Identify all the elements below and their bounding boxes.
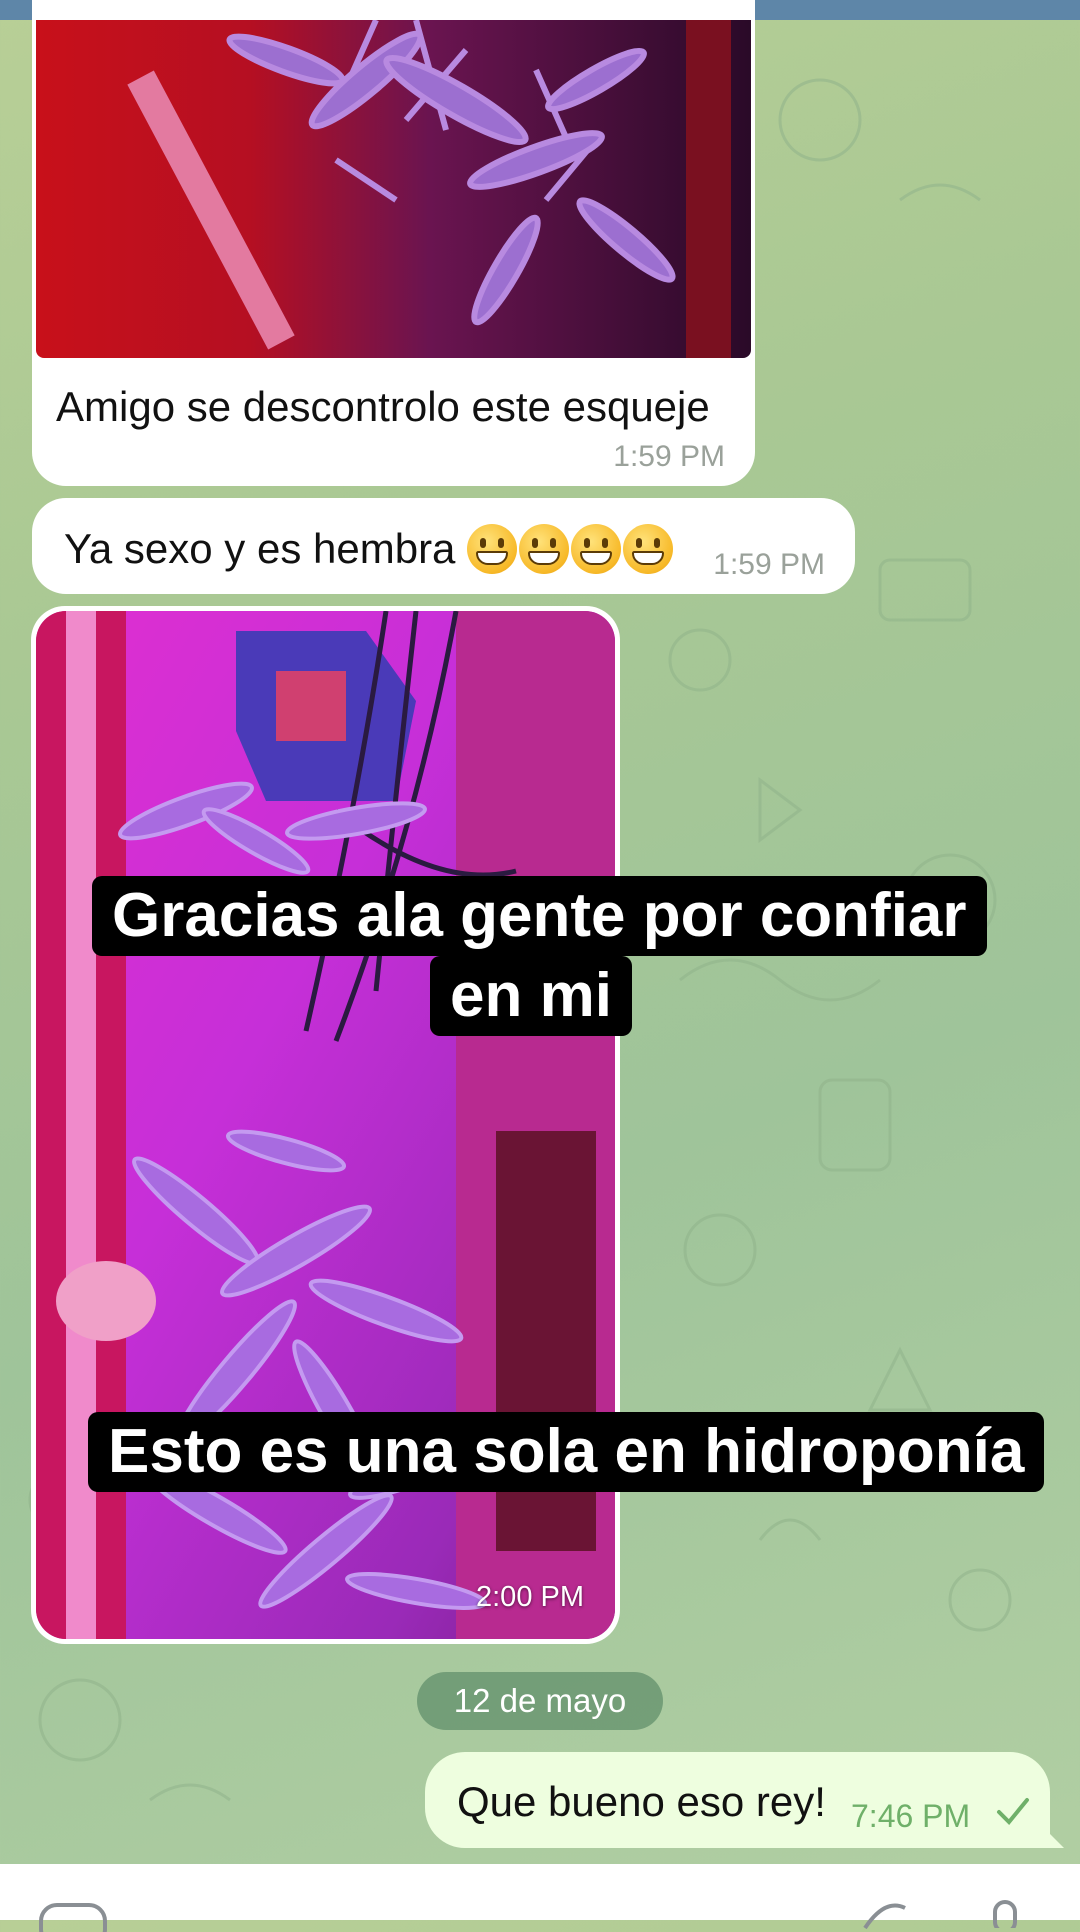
emoji-icon[interactable] bbox=[38, 1902, 108, 1932]
mic-icon[interactable] bbox=[990, 1898, 1020, 1928]
outgoing-text-message[interactable]: Que bueno eso rey! 7:46 PM bbox=[425, 1752, 1064, 1848]
grinning-face-icon bbox=[623, 524, 674, 574]
message-input-bar[interactable] bbox=[0, 1864, 1080, 1932]
message-time: 1:59 PM bbox=[713, 548, 825, 581]
message-time: 1:59 PM bbox=[613, 440, 725, 473]
incoming-photo-message[interactable]: Amigo se descontrolo este esqueje 1:59 P… bbox=[32, 0, 755, 486]
photo-caption-line-3: Esto es una sola en hidroponía bbox=[88, 1412, 1045, 1492]
incoming-text-message[interactable]: Ya sexo y es hembra 1:59 PM bbox=[32, 498, 855, 594]
sent-check-icon bbox=[997, 1798, 1029, 1825]
grinning-face-icon bbox=[519, 524, 570, 574]
grinning-face-icon bbox=[571, 524, 622, 574]
message-time: 2:00 PM bbox=[476, 1581, 584, 1613]
emoji-group bbox=[467, 524, 674, 574]
photo-caption-line-2: en mi bbox=[430, 956, 632, 1036]
grinning-face-icon bbox=[467, 524, 518, 574]
date-separator: 12 de mayo bbox=[417, 1672, 663, 1730]
bubble-tail bbox=[1042, 1826, 1064, 1848]
attach-icon[interactable] bbox=[860, 1900, 910, 1930]
message-text: Que bueno eso rey! bbox=[457, 1778, 826, 1825]
message-text: Ya sexo y es hembra bbox=[64, 525, 456, 572]
message-time: 7:46 PM bbox=[851, 1798, 971, 1834]
message-caption: Amigo se descontrolo este esqueje bbox=[56, 383, 710, 430]
message-body: Ya sexo y es hembra bbox=[64, 524, 674, 574]
plant-photo[interactable] bbox=[36, 20, 751, 358]
photo-caption-line-1: Gracias ala gente por confiar bbox=[92, 876, 987, 956]
